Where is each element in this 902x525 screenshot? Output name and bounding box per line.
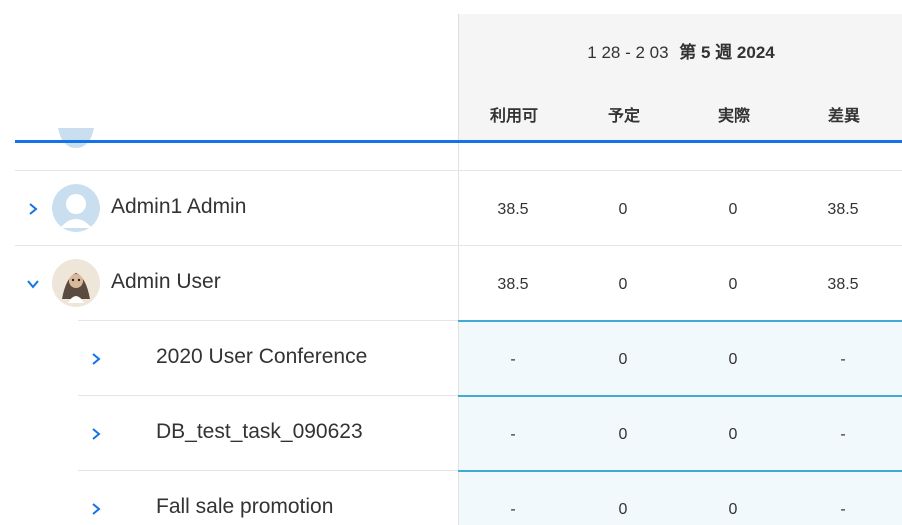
cell-available: - [510, 351, 516, 368]
row-separator [78, 395, 458, 396]
cell-actual: 0 [728, 351, 738, 368]
chevron-right-icon[interactable] [88, 426, 104, 442]
user-row-admin1[interactable]: Admin1 Admin 38.5 0 0 38.5 [15, 171, 902, 245]
cell-actual: 0 [728, 426, 738, 443]
project-name[interactable]: DB_test_task_090623 [156, 420, 363, 444]
cell-variance: - [840, 501, 846, 518]
project-row[interactable]: 2020 User Conference - 0 0 - [78, 322, 902, 395]
column-header-actual[interactable]: 実際 [679, 102, 789, 126]
cell-planned: 0 [618, 351, 628, 368]
row-separator [78, 320, 458, 321]
cell-available: - [510, 426, 516, 443]
cell-planned: 0 [618, 276, 628, 293]
chevron-right-icon[interactable] [88, 351, 104, 367]
cell-planned: 0 [618, 426, 628, 443]
cell-planned: 0 [618, 501, 628, 518]
user-name[interactable]: Admin1 Admin [111, 195, 246, 219]
cell-planned: 0 [618, 201, 628, 218]
avatar [52, 184, 100, 232]
project-name[interactable]: Fall sale promotion [156, 495, 333, 519]
user-row-admin-user[interactable]: Admin User 38.5 0 0 38.5 [15, 246, 902, 320]
avatar [52, 259, 100, 307]
user-name[interactable]: Admin User [111, 270, 221, 294]
project-row[interactable]: Fall sale promotion - 0 0 - [78, 472, 902, 525]
project-name[interactable]: 2020 User Conference [156, 345, 367, 369]
cell-variance: 38.5 [827, 201, 859, 218]
cell-variance: - [840, 426, 846, 443]
project-row[interactable]: DB_test_task_090623 - 0 0 - [78, 397, 902, 470]
chevron-down-icon[interactable] [25, 276, 41, 292]
column-header-planned[interactable]: 予定 [569, 102, 679, 126]
cell-available: - [510, 501, 516, 518]
cell-available: 38.5 [497, 201, 529, 218]
cell-actual: 0 [728, 201, 738, 218]
row-separator [78, 470, 458, 471]
cell-variance: 38.5 [827, 276, 859, 293]
week-title: 1 28 - 2 03 第 5 週 2024 [459, 38, 902, 63]
week-range: 1 28 - 2 03 [587, 43, 669, 62]
cell-available: 38.5 [497, 276, 529, 293]
week-label: 第 5 週 2024 [679, 43, 775, 62]
column-header-available[interactable]: 利用可 [459, 102, 569, 126]
cell-variance: - [840, 351, 846, 368]
cell-actual: 0 [728, 501, 738, 518]
chevron-right-icon[interactable] [88, 501, 104, 517]
cell-actual: 0 [728, 276, 738, 293]
column-header-variance[interactable]: 差異 [789, 102, 899, 126]
week-header: 1 28 - 2 03 第 5 週 2024 利用可 予定 実際 差異 [458, 14, 902, 142]
chevron-right-icon[interactable] [25, 201, 41, 217]
scrolled-avatar [52, 128, 100, 150]
